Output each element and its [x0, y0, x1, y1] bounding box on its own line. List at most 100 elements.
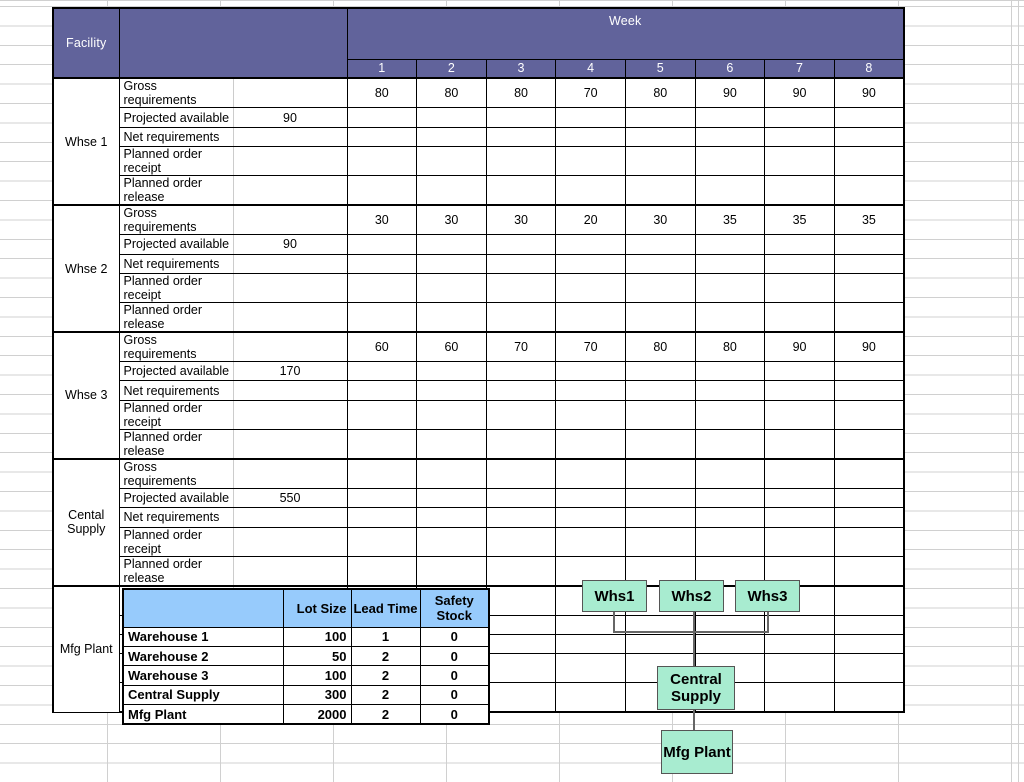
- mrp-onhand-cell[interactable]: [232, 555, 348, 587]
- mrp-week-cell[interactable]: [625, 175, 696, 206]
- params-lead-time[interactable]: 2: [350, 704, 421, 725]
- node-whs1[interactable]: Whs1: [582, 580, 647, 612]
- mrp-week-cell[interactable]: [485, 428, 557, 460]
- mrp-week-cell[interactable]: [485, 301, 557, 333]
- mrp-week-cell[interactable]: [485, 584, 557, 616]
- mrp-week-cell[interactable]: [694, 360, 766, 382]
- mrp-week-cell[interactable]: [555, 526, 626, 557]
- mrp-week-cell[interactable]: [485, 360, 557, 382]
- mrp-week-cell[interactable]: [833, 614, 905, 635]
- node-mfg-plant[interactable]: Mfg Plant: [661, 730, 733, 774]
- mrp-week-cell[interactable]: [416, 253, 487, 274]
- mrp-week-cell[interactable]: 30: [346, 204, 418, 236]
- mrp-week-cell[interactable]: 30: [416, 204, 487, 236]
- mrp-week-cell[interactable]: [764, 126, 835, 148]
- mrp-week-cell[interactable]: [416, 555, 487, 587]
- params-safety-stock[interactable]: 0: [419, 684, 490, 706]
- mrp-onhand-cell[interactable]: [232, 507, 348, 528]
- mrp-week-cell[interactable]: [764, 457, 835, 489]
- mrp-week-cell[interactable]: [416, 107, 487, 128]
- mrp-week-cell[interactable]: [555, 380, 626, 401]
- mrp-week-cell[interactable]: [833, 399, 905, 430]
- mrp-onhand-cell[interactable]: [232, 204, 348, 236]
- mrp-week-cell[interactable]: [833, 526, 905, 557]
- mrp-week-cell[interactable]: [833, 107, 905, 128]
- mrp-week-cell[interactable]: [833, 146, 905, 177]
- mrp-week-cell[interactable]: [764, 301, 835, 333]
- mrp-week-cell[interactable]: [764, 272, 835, 303]
- mrp-week-cell[interactable]: 90: [764, 77, 835, 109]
- mrp-week-cell[interactable]: [694, 487, 766, 509]
- params-safety-stock[interactable]: 0: [419, 704, 490, 725]
- mrp-week-cell[interactable]: [625, 253, 696, 274]
- mrp-week-cell[interactable]: [555, 399, 626, 430]
- mrp-week-cell[interactable]: 30: [625, 204, 696, 236]
- mrp-week-cell[interactable]: [416, 487, 487, 509]
- mrp-week-cell[interactable]: [833, 633, 905, 655]
- mrp-week-cell[interactable]: [416, 360, 487, 382]
- mrp-week-cell[interactable]: [485, 526, 557, 557]
- mrp-onhand-cell[interactable]: [232, 330, 348, 362]
- params-lot-size[interactable]: 2000: [282, 704, 352, 725]
- mrp-onhand-cell[interactable]: 550: [232, 487, 348, 509]
- mrp-week-cell[interactable]: [833, 175, 905, 206]
- mrp-week-cell[interactable]: [694, 428, 766, 460]
- mrp-week-cell[interactable]: [416, 175, 487, 206]
- mrp-week-cell[interactable]: [485, 457, 557, 489]
- mrp-week-cell[interactable]: 35: [694, 204, 766, 236]
- params-lead-time[interactable]: 2: [350, 684, 421, 706]
- mrp-week-cell[interactable]: [764, 428, 835, 460]
- mrp-onhand-cell[interactable]: [232, 428, 348, 460]
- mrp-week-cell[interactable]: [485, 107, 557, 128]
- mrp-week-cell[interactable]: [485, 507, 557, 528]
- mrp-week-cell[interactable]: [485, 272, 557, 303]
- mrp-week-cell[interactable]: [555, 360, 626, 382]
- mrp-week-cell[interactable]: [625, 487, 696, 509]
- mrp-week-cell[interactable]: [625, 107, 696, 128]
- node-central-supply[interactable]: Central Supply: [657, 666, 735, 710]
- mrp-week-cell[interactable]: [485, 633, 557, 655]
- mrp-week-cell[interactable]: [555, 301, 626, 333]
- mrp-week-cell[interactable]: [833, 507, 905, 528]
- params-safety-stock[interactable]: 0: [419, 665, 490, 686]
- mrp-week-cell[interactable]: [555, 487, 626, 509]
- mrp-week-cell[interactable]: [625, 146, 696, 177]
- mrp-onhand-cell[interactable]: [232, 272, 348, 303]
- mrp-week-cell[interactable]: [416, 399, 487, 430]
- mrp-onhand-cell[interactable]: 90: [232, 107, 348, 128]
- params-lead-time[interactable]: 2: [350, 665, 421, 686]
- mrp-week-cell[interactable]: [416, 380, 487, 401]
- mrp-week-cell[interactable]: [416, 507, 487, 528]
- mrp-week-cell[interactable]: [346, 234, 418, 255]
- mrp-week-cell[interactable]: [833, 428, 905, 460]
- mrp-week-cell[interactable]: [485, 253, 557, 274]
- mrp-week-cell[interactable]: [625, 380, 696, 401]
- mrp-week-cell[interactable]: [346, 253, 418, 274]
- mrp-onhand-cell[interactable]: [232, 175, 348, 206]
- mrp-onhand-cell[interactable]: 170: [232, 360, 348, 382]
- mrp-week-cell[interactable]: [555, 253, 626, 274]
- mrp-week-cell[interactable]: [833, 487, 905, 509]
- mrp-week-cell[interactable]: [764, 234, 835, 255]
- mrp-week-cell[interactable]: [346, 526, 418, 557]
- mrp-week-cell[interactable]: [416, 428, 487, 460]
- mrp-week-cell[interactable]: 70: [485, 330, 557, 362]
- mrp-onhand-cell[interactable]: [232, 457, 348, 489]
- params-lead-time[interactable]: 2: [350, 645, 421, 667]
- mrp-week-cell[interactable]: 30: [485, 204, 557, 236]
- mrp-week-cell[interactable]: [694, 146, 766, 177]
- mrp-week-cell[interactable]: [625, 507, 696, 528]
- mrp-onhand-cell[interactable]: [232, 253, 348, 274]
- mrp-week-cell[interactable]: [625, 272, 696, 303]
- mrp-week-cell[interactable]: [346, 146, 418, 177]
- mrp-week-cell[interactable]: [764, 507, 835, 528]
- mrp-week-cell[interactable]: [346, 428, 418, 460]
- mrp-week-cell[interactable]: [764, 146, 835, 177]
- mrp-week-cell[interactable]: [485, 399, 557, 430]
- mrp-week-cell[interactable]: [764, 253, 835, 274]
- mrp-week-cell[interactable]: 35: [764, 204, 835, 236]
- mrp-week-cell[interactable]: 60: [416, 330, 487, 362]
- mrp-week-cell[interactable]: 70: [555, 330, 626, 362]
- mrp-week-cell[interactable]: [346, 126, 418, 148]
- mrp-week-cell[interactable]: [416, 301, 487, 333]
